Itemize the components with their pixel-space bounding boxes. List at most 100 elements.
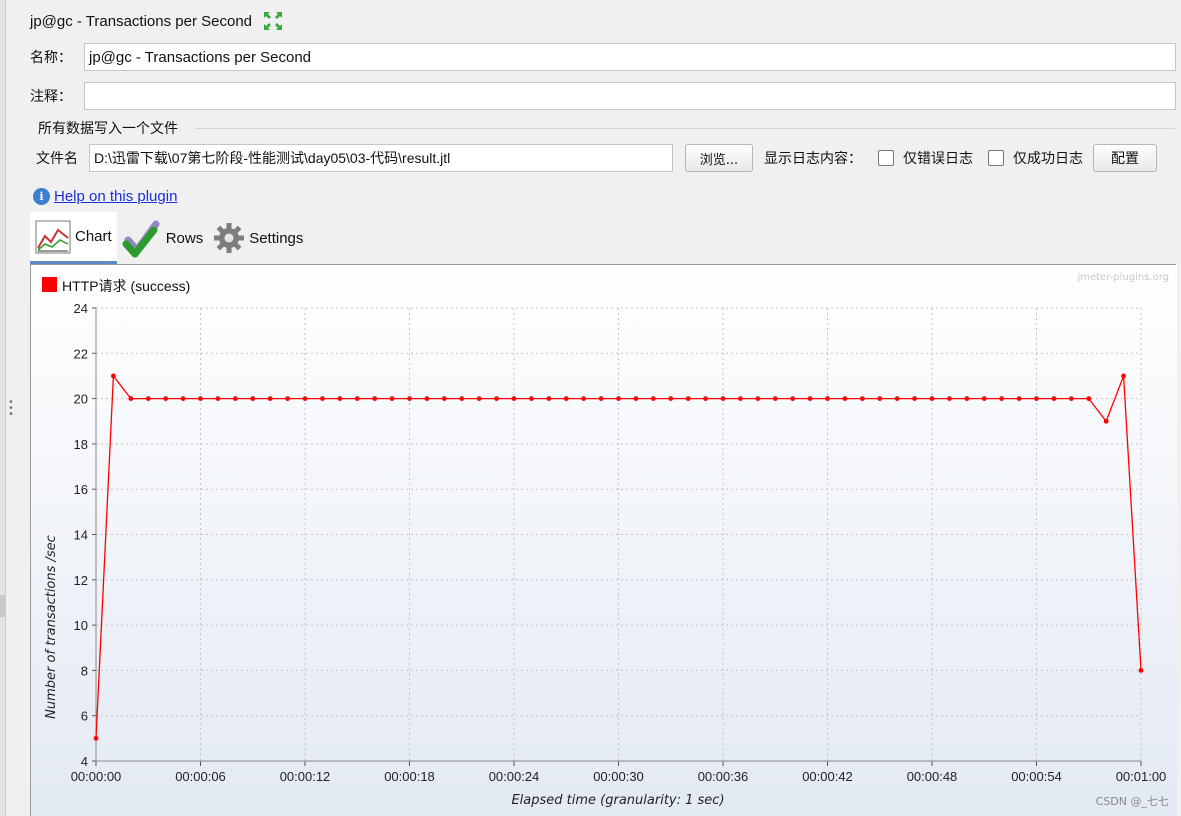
data-point xyxy=(389,396,395,401)
data-point xyxy=(877,396,883,401)
data-point xyxy=(424,396,430,401)
data-point xyxy=(1068,396,1074,401)
y-tick-label: 14 xyxy=(74,528,88,543)
data-point xyxy=(1103,418,1109,424)
data-point xyxy=(929,396,935,401)
data-point xyxy=(320,396,325,401)
x-tick-label: 00:01:00 xyxy=(1116,769,1167,784)
data-point xyxy=(215,396,221,401)
data-point xyxy=(198,396,203,401)
y-axis-label: Number of transactions /sec xyxy=(44,535,59,719)
data-point xyxy=(807,396,813,401)
legend-swatch xyxy=(42,277,57,292)
file-label: 文件名 xyxy=(36,151,78,167)
data-point xyxy=(912,396,917,401)
data-point xyxy=(354,396,360,401)
chart-panel: 4 6 8 10 12 14 16 18 20 22 24 00:00:00 00:00:06 00:00… xyxy=(30,264,1177,816)
x-axis-label: Elapsed time (granularity: 1 sec) xyxy=(511,793,724,808)
data-point xyxy=(894,396,900,401)
x-tick-label: 00:00:54 xyxy=(1011,769,1062,784)
data-point xyxy=(685,396,691,401)
y-tick-label: 18 xyxy=(74,437,88,452)
tab-settings[interactable]: Settings xyxy=(208,212,308,264)
data-point xyxy=(738,396,743,401)
chart-icon xyxy=(35,220,71,253)
splitter-grip-icon[interactable]: • • • xyxy=(8,398,14,420)
x-tick-label: 00:00:24 xyxy=(489,769,540,784)
data-point xyxy=(999,396,1005,401)
data-point xyxy=(1086,396,1092,401)
success-only-label: 仅成功日志 xyxy=(1013,151,1083,167)
data-point xyxy=(947,396,952,401)
x-tick-label: 00:00:06 xyxy=(175,769,226,784)
data-point xyxy=(459,396,465,401)
name-row: 名称： jp@gc - Transactions per Second xyxy=(30,43,1176,71)
x-tick-label: 00:00:30 xyxy=(593,769,644,784)
data-point xyxy=(1016,396,1022,401)
browse-button[interactable]: 浏览... xyxy=(685,144,753,172)
legend-label: HTTP请求 (success) xyxy=(62,278,190,294)
title-bar: jp@gc - Transactions per Second xyxy=(30,10,284,32)
expand-icon[interactable] xyxy=(262,10,284,32)
data-point xyxy=(1138,668,1144,673)
chart-background xyxy=(31,265,1177,816)
data-point xyxy=(267,396,273,401)
data-point xyxy=(441,396,447,401)
data-point xyxy=(337,396,343,401)
data-point xyxy=(128,396,134,401)
data-point xyxy=(372,396,378,401)
data-point xyxy=(981,396,987,401)
y-tick-label: 6 xyxy=(81,709,88,724)
y-tick-label: 10 xyxy=(74,618,88,633)
data-point xyxy=(1051,396,1057,401)
file-path-input[interactable]: D:\迅雷下载\07第七阶段-性能测试\day05\03-代码\result.j… xyxy=(89,144,673,172)
gear-icon xyxy=(214,223,245,253)
data-point xyxy=(598,396,604,401)
data-point xyxy=(476,396,482,401)
data-point xyxy=(633,396,639,401)
tab-chart[interactable]: Chart xyxy=(30,212,117,264)
data-point xyxy=(1034,396,1039,401)
tab-rows[interactable]: Rows xyxy=(117,212,209,264)
data-point xyxy=(650,396,656,401)
collapse-tab[interactable] xyxy=(0,595,6,617)
y-tick-label: 24 xyxy=(74,301,88,316)
data-point xyxy=(93,735,99,741)
y-tick-label: 20 xyxy=(74,392,88,407)
y-tick-label: 16 xyxy=(74,482,88,497)
log-content-label: 显示日志内容： xyxy=(764,151,862,167)
data-point xyxy=(581,396,587,401)
rows-checkmark-icon xyxy=(122,220,160,258)
y-tick-label: 12 xyxy=(74,573,88,588)
data-point xyxy=(703,396,708,401)
left-panel-edge xyxy=(0,0,6,816)
tps-chart: 4 6 8 10 12 14 16 18 20 22 24 00:00:00 00:00:06 00:00… xyxy=(31,265,1177,816)
page-title: jp@gc - Transactions per Second xyxy=(30,12,253,30)
data-point xyxy=(546,396,552,401)
comment-input[interactable] xyxy=(84,82,1176,110)
errors-only-checkbox[interactable] xyxy=(878,150,894,166)
help-row: i Help on this plugin xyxy=(33,188,177,205)
x-tick-label: 00:00:36 xyxy=(698,769,749,784)
comment-label: 注释： xyxy=(30,89,72,105)
name-label: 名称： xyxy=(30,50,72,66)
y-tick-label: 8 xyxy=(81,663,88,678)
errors-only-label: 仅错误日志 xyxy=(903,151,973,167)
data-point xyxy=(180,396,186,401)
data-point xyxy=(250,396,256,401)
success-only-checkbox[interactable] xyxy=(988,150,1004,166)
data-point xyxy=(964,396,970,401)
name-input[interactable]: jp@gc - Transactions per Second xyxy=(84,43,1176,71)
help-link[interactable]: Help on this plugin xyxy=(54,188,177,205)
data-point xyxy=(232,396,238,401)
y-tick-label: 22 xyxy=(74,346,88,361)
file-group-title: 所有数据写入一个文件 xyxy=(38,118,182,138)
data-point xyxy=(302,396,308,401)
tab-settings-label: Settings xyxy=(249,229,304,247)
data-point xyxy=(529,396,534,401)
file-row: 文件名 D:\迅雷下载\07第七阶段-性能测试\day05\03-代码\resu… xyxy=(36,143,1176,173)
data-point xyxy=(407,396,412,401)
x-tick-label: 00:00:12 xyxy=(280,769,331,784)
group-divider xyxy=(195,128,1175,129)
configure-button[interactable]: 配置 xyxy=(1093,144,1157,172)
